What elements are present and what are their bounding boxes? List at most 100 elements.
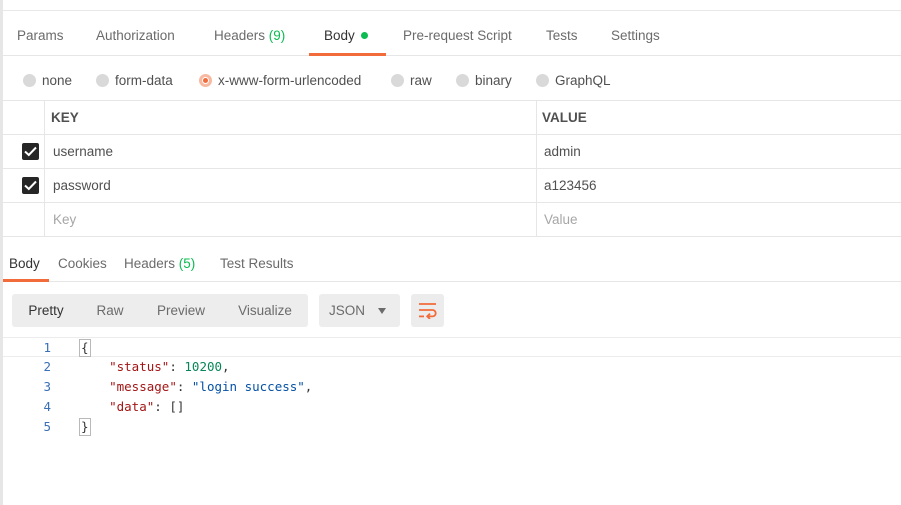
tab-authorization[interactable]: Authorization — [96, 11, 175, 55]
code-text: "message": "login success", — [109, 379, 313, 394]
response-body-editor[interactable]: 1 { 2 "status": 10200, 3 "message": "log… — [3, 337, 901, 437]
close-brace: } — [79, 418, 91, 436]
view-raw-button[interactable]: Raw — [80, 294, 140, 327]
view-mode-group: Pretty Raw Preview Visualize — [12, 294, 308, 327]
tab-pre-request-script[interactable]: Pre-request Script — [403, 11, 512, 55]
response-tab-test-results-label: Test Results — [220, 256, 294, 271]
json-key-message: "message" — [109, 379, 177, 394]
tab-authorization-label: Authorization — [96, 28, 175, 43]
column-divider — [536, 135, 537, 168]
line-number: 5 — [43, 419, 51, 434]
radio-none[interactable]: none — [23, 56, 72, 101]
checkbox-column — [3, 101, 45, 134]
code-text: } — [79, 417, 91, 437]
radio-raw[interactable]: raw — [391, 56, 432, 101]
code-line: 1 { — [3, 337, 901, 357]
row-checkbox[interactable] — [22, 177, 39, 194]
format-select-value: JSON — [329, 303, 366, 318]
new-value-input[interactable]: Value — [544, 203, 578, 237]
radio-circle — [536, 74, 549, 87]
checkbox-column — [3, 203, 45, 236]
tab-params[interactable]: Params — [17, 11, 64, 55]
response-tabs: Body Cookies Headers (5) Test Results — [3, 241, 901, 282]
tab-tests[interactable]: Tests — [546, 11, 578, 55]
radio-circle — [391, 74, 404, 87]
radio-binary[interactable]: binary — [456, 56, 512, 101]
response-active-tab-indicator — [3, 279, 49, 282]
response-tab-body-label: Body — [9, 256, 40, 271]
json-key-status: "status" — [109, 359, 170, 374]
table-row: username admin — [3, 135, 901, 169]
radio-circle — [23, 74, 36, 87]
line-number: 3 — [43, 379, 51, 394]
radio-form-data[interactable]: form-data — [96, 56, 173, 101]
row-key-input[interactable]: password — [53, 169, 111, 203]
body-type-selector: none form-data x-www-form-urlencoded raw… — [3, 56, 901, 101]
radio-graphql[interactable]: GraphQL — [536, 56, 611, 101]
code-text: "status": 10200, — [109, 359, 230, 374]
column-divider — [536, 169, 537, 202]
radio-circle — [456, 74, 469, 87]
column-divider — [536, 101, 537, 134]
radio-binary-label: binary — [475, 73, 512, 88]
response-tab-cookies-label: Cookies — [58, 256, 107, 271]
radio-circle-selected — [199, 74, 212, 87]
headers-count: (9) — [268, 28, 286, 43]
radio-none-label: none — [42, 73, 73, 88]
response-tab-headers-label: Headers — [124, 256, 176, 271]
column-header-value: VALUE — [542, 110, 587, 125]
line-number: 2 — [43, 359, 51, 374]
view-visualize-button[interactable]: Visualize — [222, 294, 308, 327]
code-line: 5 } — [3, 417, 901, 437]
radio-raw-label: raw — [410, 73, 432, 88]
open-brace: { — [79, 339, 91, 357]
code-text: { — [79, 338, 91, 358]
code-line: 3 "message": "login success", — [3, 377, 901, 397]
radio-graphql-label: GraphQL — [555, 73, 611, 88]
format-select[interactable]: JSON — [319, 294, 400, 327]
table-row: password a123456 — [3, 169, 901, 203]
radio-x-www-form-urlencoded[interactable]: x-www-form-urlencoded — [199, 56, 361, 101]
json-key-data: "data" — [109, 399, 155, 414]
request-tabs: Params Authorization Headers (9) Body Pr… — [3, 11, 901, 56]
tab-settings[interactable]: Settings — [611, 11, 660, 55]
tab-body[interactable]: Body — [324, 11, 368, 55]
table-header-row: KEY VALUE — [3, 101, 901, 135]
checkmark-icon — [24, 146, 37, 157]
top-strip — [3, 0, 901, 11]
radio-form-data-label: form-data — [115, 73, 173, 88]
response-tab-test-results[interactable]: Test Results — [220, 241, 294, 282]
tab-tests-label: Tests — [546, 28, 578, 43]
tab-params-label: Params — [17, 28, 64, 43]
radio-circle — [96, 74, 109, 87]
wrap-lines-button[interactable] — [411, 294, 444, 327]
row-value-input[interactable]: admin — [544, 135, 581, 169]
response-headers-count: (5) — [178, 256, 196, 271]
column-divider — [536, 203, 537, 236]
tab-pre-request-script-label: Pre-request Script — [403, 28, 512, 43]
response-tab-headers[interactable]: Headers (5) — [124, 241, 195, 282]
tab-body-label: Body — [324, 28, 355, 43]
tab-settings-label: Settings — [611, 28, 660, 43]
line-number: 4 — [43, 399, 51, 414]
new-key-input[interactable]: Key — [53, 203, 76, 237]
row-checkbox[interactable] — [22, 143, 39, 160]
row-value-input[interactable]: a123456 — [544, 169, 597, 203]
params-table: KEY VALUE username admin password a12345… — [3, 101, 901, 237]
view-pretty-button[interactable]: Pretty — [12, 294, 80, 327]
json-value-message: "login success" — [191, 379, 305, 394]
row-key-input[interactable]: username — [53, 135, 113, 169]
code-line: 2 "status": 10200, — [3, 357, 901, 377]
code-text: "data": [] — [109, 399, 185, 414]
json-value-status: 10200 — [184, 359, 223, 374]
view-preview-button[interactable]: Preview — [140, 294, 222, 327]
column-header-key: KEY — [51, 110, 79, 125]
table-row-empty: Key Value — [3, 203, 901, 237]
tab-headers-label: Headers — [214, 28, 266, 43]
checkmark-icon — [24, 180, 37, 191]
response-tab-body[interactable]: Body — [9, 241, 40, 282]
tab-headers[interactable]: Headers (9) — [214, 11, 285, 55]
response-tab-cookies[interactable]: Cookies — [58, 241, 107, 282]
json-value-data: [] — [169, 399, 185, 414]
chevron-down-icon — [378, 308, 386, 314]
